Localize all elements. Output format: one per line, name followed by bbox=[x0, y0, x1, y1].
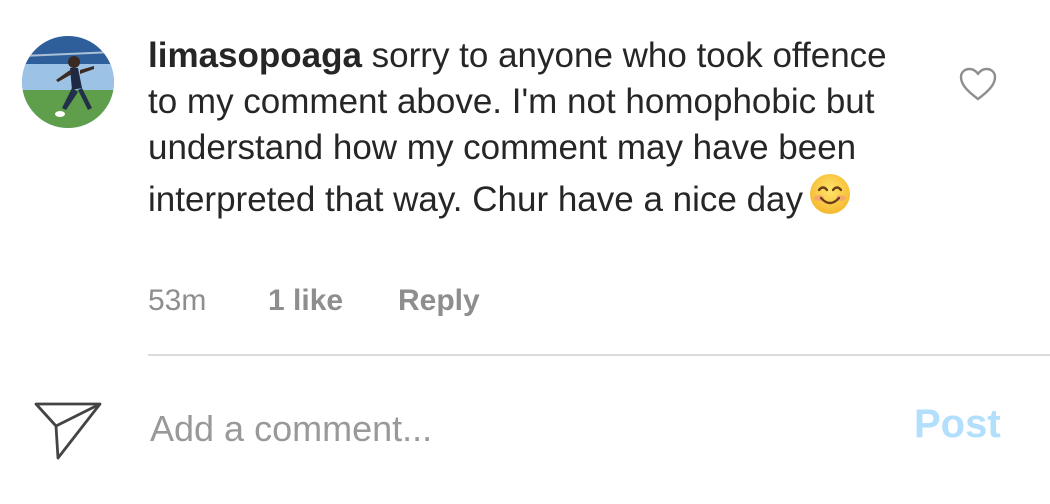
comment-item: limasopoaga sorry to anyone who took off… bbox=[0, 0, 1050, 350]
comment-timestamp: 53m bbox=[148, 284, 207, 317]
comment-body: limasopoaga sorry to anyone who took off… bbox=[148, 33, 908, 223]
comment-input[interactable] bbox=[150, 404, 850, 454]
divider bbox=[148, 354, 1050, 356]
paper-plane-icon[interactable] bbox=[32, 400, 104, 462]
smiling-face-emoji-icon bbox=[807, 171, 853, 217]
heart-outline-icon[interactable] bbox=[958, 66, 998, 102]
comment-meta: 53m 1 like Reply bbox=[148, 284, 480, 318]
comment-username[interactable]: limasopoaga bbox=[148, 36, 362, 75]
comment-screen: limasopoaga sorry to anyone who took off… bbox=[0, 0, 1050, 504]
reply-button[interactable]: Reply bbox=[398, 284, 480, 318]
post-button[interactable]: Post bbox=[914, 402, 1001, 447]
comment-composer: Post bbox=[0, 360, 1050, 504]
comment-like-count[interactable]: 1 like bbox=[268, 284, 398, 318]
avatar[interactable] bbox=[22, 36, 114, 128]
